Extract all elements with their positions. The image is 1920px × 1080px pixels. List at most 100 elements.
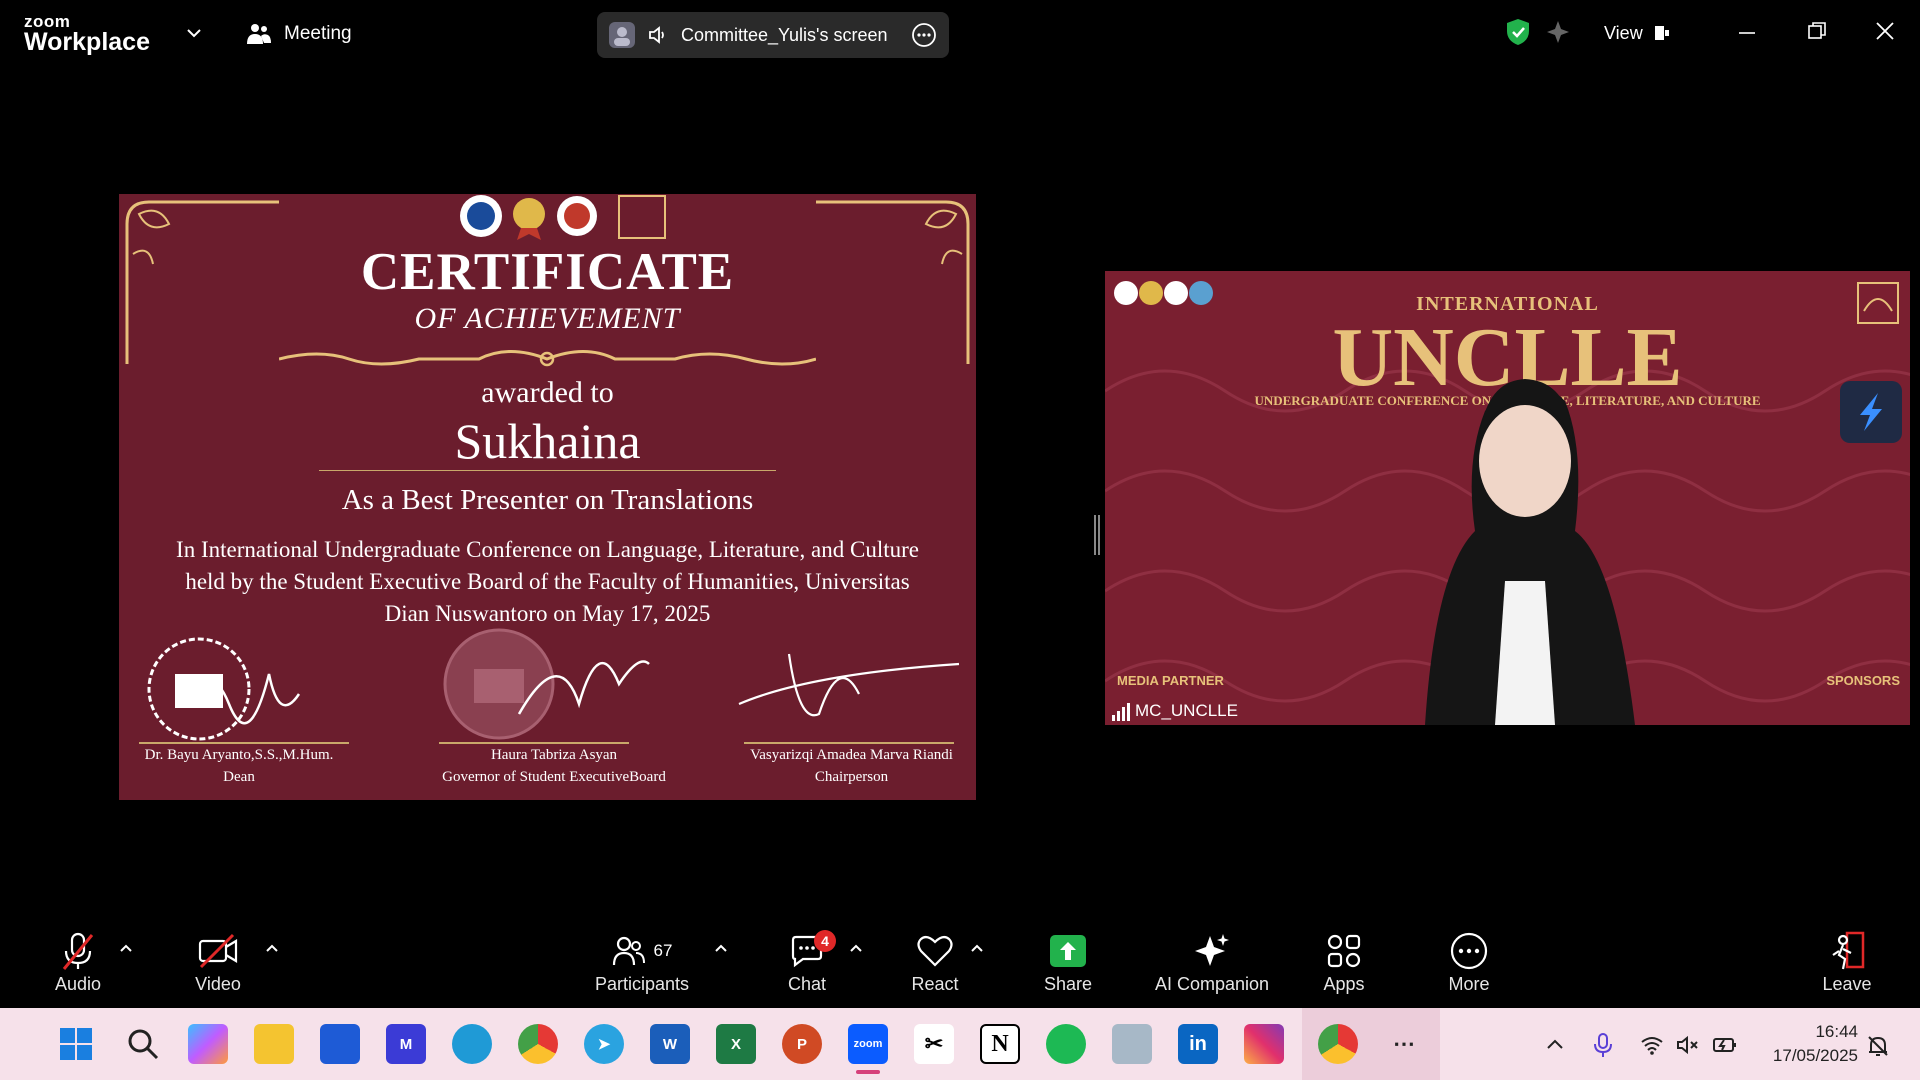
building-app-icon[interactable] — [1112, 1024, 1152, 1064]
microphone-icon[interactable] — [1592, 1032, 1614, 1058]
app-overlay-icon[interactable] — [1840, 381, 1902, 443]
signature-chair-icon — [738, 653, 960, 717]
more-options-icon[interactable] — [911, 22, 937, 48]
presenter-silhouette — [1425, 379, 1635, 725]
meeting-stage: CERTIFICATE OF ACHIEVEMENT awarded to Su… — [0, 67, 1920, 920]
screen-share-indicator[interactable]: Committee_Yulis's screen — [597, 12, 949, 58]
chevron-up-icon[interactable] — [970, 942, 984, 956]
apps-button[interactable]: Apps — [1289, 930, 1399, 1002]
participants-button[interactable]: 67 Participants — [587, 930, 697, 1002]
view-button[interactable]: View — [1604, 16, 1671, 50]
windows-start-icon[interactable] — [56, 1024, 96, 1064]
chevron-up-icon[interactable] — [714, 942, 728, 956]
sparkle-icon[interactable] — [1544, 18, 1572, 46]
share-button[interactable]: Share — [1013, 930, 1123, 1002]
microsoft-store-icon[interactable] — [320, 1024, 360, 1064]
mic-muted-icon — [62, 932, 94, 970]
certificate-title: CERTIFICATE — [360, 243, 735, 301]
meeting-menu-button[interactable]: Meeting — [246, 20, 352, 48]
more-apps-icon[interactable]: ⋯ — [1384, 1024, 1424, 1064]
signature-governor-icon — [517, 660, 650, 715]
chevron-up-icon[interactable] — [265, 942, 279, 956]
instagram-icon[interactable] — [1244, 1024, 1284, 1064]
volume-muted-icon[interactable] — [1676, 1034, 1700, 1056]
telegram-icon[interactable]: ➤ — [584, 1024, 624, 1064]
system-clock[interactable]: 16:44 17/05/2025 — [1773, 1020, 1858, 1068]
battery-icon[interactable] — [1712, 1034, 1738, 1056]
chat-label: Chat — [787, 974, 827, 994]
show-hidden-icons-icon[interactable] — [1544, 1034, 1566, 1056]
signer-name: Vasyarizqi Amadea Marva Riandi — [750, 747, 953, 763]
certificate-subtitle: OF ACHIEVEMENT — [414, 302, 681, 335]
chevron-down-icon[interactable] — [183, 22, 205, 44]
spotify-icon[interactable] — [1046, 1024, 1086, 1064]
active-app-indicator — [856, 1070, 880, 1074]
react-label: React — [911, 974, 959, 994]
award-title: As a Best Presenter on Translations — [341, 484, 754, 516]
signer-role: Governor of Student ExecutiveBoard — [442, 769, 666, 785]
certificate: CERTIFICATE OF ACHIEVEMENT awarded to Su… — [119, 194, 976, 800]
app-m-icon[interactable]: M — [386, 1024, 426, 1064]
flourish-divider-icon — [279, 350, 816, 367]
signer-name: Dr. Bayu Aryanto,S.S.,M.Hum. — [144, 747, 334, 763]
participants-icon — [612, 936, 645, 966]
chevron-up-icon[interactable] — [849, 942, 863, 956]
edge-icon[interactable] — [452, 1024, 492, 1064]
more-label: More — [1448, 974, 1490, 994]
capcut-icon[interactable]: ✂ — [914, 1024, 954, 1064]
participants-count: 67 — [653, 941, 673, 960]
zoom-taskbar-icon[interactable]: zoom — [848, 1024, 888, 1064]
name-underline — [319, 470, 776, 471]
excel-icon[interactable]: X — [716, 1024, 756, 1064]
clock-date: 17/05/2025 — [1772, 1046, 1858, 1065]
signer-dean: Dr. Bayu Aryanto,S.S.,M.Hum. Dean — [124, 744, 354, 788]
search-icon[interactable] — [123, 1024, 163, 1064]
copilot-icon[interactable] — [188, 1024, 228, 1064]
chrome-icon[interactable] — [518, 1024, 558, 1064]
participants-label: Participants — [594, 974, 690, 994]
more-button[interactable]: More — [1414, 930, 1524, 1002]
close-icon[interactable] — [1874, 20, 1896, 42]
linkedin-icon[interactable]: in — [1178, 1024, 1218, 1064]
leave-button[interactable]: Leave — [1792, 930, 1902, 1002]
audio-label: Audio — [54, 974, 102, 994]
recipient-name: Sukhaina — [454, 413, 641, 469]
react-button[interactable]: React — [880, 930, 990, 1002]
zoom-logo-workplace: Workplace — [24, 28, 150, 56]
speaker-icon[interactable] — [647, 24, 669, 46]
video-label: Video — [195, 974, 241, 994]
leave-icon — [1832, 931, 1865, 970]
security-shield-icon[interactable] — [1504, 17, 1532, 47]
wifi-icon[interactable] — [1640, 1034, 1664, 1056]
shared-screen-view[interactable]: CERTIFICATE OF ACHIEVEMENT awarded to Su… — [9, 194, 1085, 800]
windows-taskbar: M ➤ W X P zoom ✂ N in ⋯ 16:44 17/05/2025 — [0, 1008, 1920, 1080]
word-icon[interactable]: W — [650, 1024, 690, 1064]
restore-icon[interactable] — [1806, 20, 1828, 42]
ai-companion-button[interactable]: AI Companion — [1143, 930, 1281, 1002]
notification-bell-icon[interactable] — [1866, 1034, 1890, 1058]
share-label: Share — [1043, 974, 1093, 994]
heart-icon — [917, 935, 953, 967]
split-view-handle[interactable] — [1094, 515, 1100, 555]
view-layout-icon — [1654, 26, 1669, 40]
video-button[interactable]: Video — [163, 930, 273, 1002]
audio-button[interactable]: Audio — [23, 930, 133, 1002]
video-off-icon — [198, 933, 238, 969]
powerpoint-icon[interactable]: P — [782, 1024, 822, 1064]
presenter-avatar-icon — [609, 22, 635, 48]
file-explorer-icon[interactable] — [254, 1024, 294, 1064]
chrome-profile-icon[interactable] — [1318, 1024, 1358, 1064]
minimize-icon[interactable] — [1736, 22, 1758, 44]
view-label: View — [1604, 22, 1643, 43]
chevron-up-icon[interactable] — [119, 942, 133, 956]
ai-companion-label: AI Companion — [1154, 974, 1270, 994]
chat-button[interactable]: 4 Chat — [752, 930, 862, 1002]
meeting-people-icon — [247, 24, 271, 44]
leave-label: Leave — [1822, 974, 1872, 994]
notion-icon[interactable]: N — [980, 1024, 1020, 1064]
clock-time: 16:44 — [1815, 1022, 1858, 1041]
top-bar: zoom Workplace Meeting Committee_Yulis's… — [0, 0, 1920, 67]
participant-name: MC_UNCLLE — [1135, 701, 1238, 720]
awarded-to-text: awarded to — [481, 376, 614, 409]
participant-video-tile[interactable]: INTERNATIONAL UNCLLE UNDERGRADUATE CONFE… — [1105, 271, 1910, 725]
